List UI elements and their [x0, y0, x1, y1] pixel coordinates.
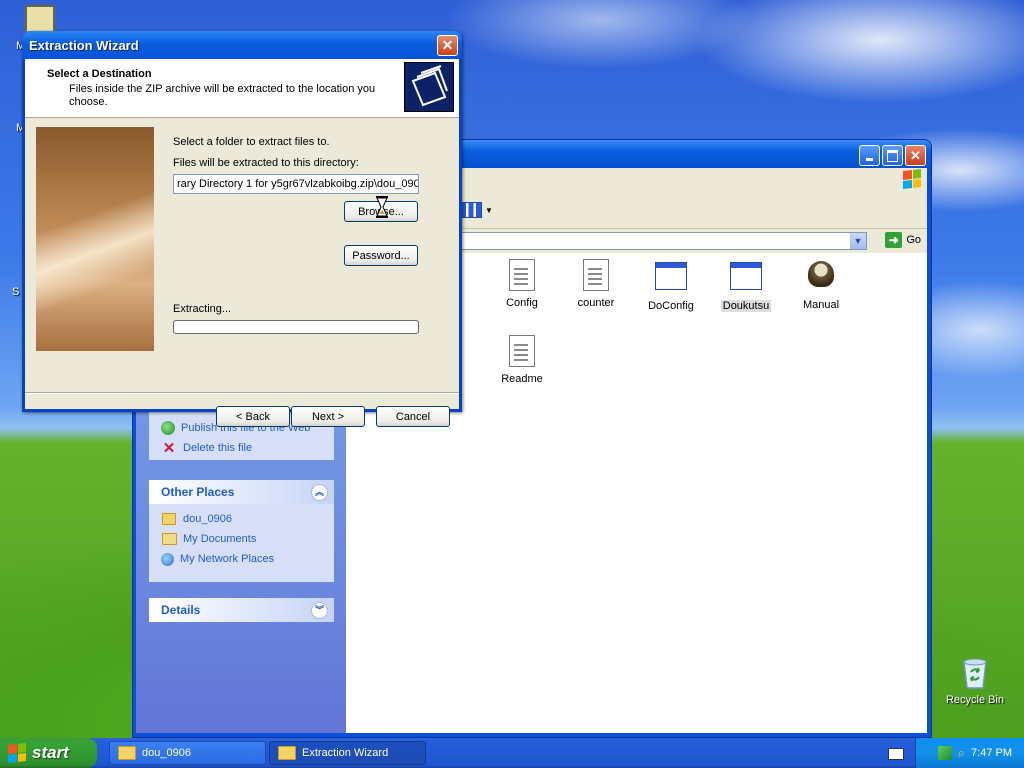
extraction-progress-bar: [173, 320, 419, 334]
details-title: Details: [161, 603, 201, 617]
file-label: DoConfig: [648, 300, 694, 312]
address-dropdown[interactable]: ▼: [850, 233, 866, 249]
system-tray: ⌕ 7:47 PM: [915, 738, 1024, 768]
application-icon: [655, 262, 687, 290]
expand-icon[interactable]: ︾: [311, 602, 328, 619]
other-place-network-places[interactable]: My Network Places: [149, 549, 334, 569]
my-documents-icon: [161, 531, 177, 547]
file-label: counter: [577, 297, 615, 309]
go-arrow-icon: ➜: [885, 232, 903, 248]
chevron-down-icon: ▼: [485, 205, 493, 215]
zip-folder-icon: [404, 62, 454, 112]
other-places-panel: Other Places ︽ dou_0906 My Documents My …: [149, 480, 334, 582]
extracting-label: Extracting...: [173, 303, 232, 315]
file-item[interactable]: Manual: [783, 259, 859, 311]
taskbar: start dou_0906 Extraction Wizard ⌕ 7:47 …: [0, 738, 1024, 768]
manual-character-icon: [808, 261, 834, 287]
next-button[interactable]: Next >: [291, 406, 365, 427]
file-item[interactable]: Readme: [484, 335, 560, 385]
file-item[interactable]: DoConfig: [633, 259, 709, 312]
select-folder-label: Select a folder to extract files to.: [173, 136, 330, 148]
other-place-label: dou_0906: [183, 513, 232, 525]
other-places-header[interactable]: Other Places ︽: [149, 480, 334, 504]
other-place-label: My Documents: [183, 533, 257, 545]
wizard-header: Select a Destination Files inside the ZI…: [25, 59, 459, 118]
windows-logo-icon: [903, 169, 921, 189]
minimize-icon: [866, 157, 873, 161]
recycle-bin-label: Recycle Bin: [945, 694, 1005, 706]
wizard-header-subtitle: Files inside the ZIP archive will be ext…: [69, 83, 376, 108]
delete-file-link[interactable]: ✕ Delete this file: [149, 438, 334, 458]
file-label: Config: [506, 297, 538, 309]
wizard-titlebar[interactable]: Extraction Wizard ✕: [22, 31, 462, 59]
other-place-my-documents[interactable]: My Documents: [149, 529, 334, 549]
taskbar-item-label: Extraction Wizard: [302, 747, 389, 759]
folder-icon: [118, 746, 136, 760]
delete-icon: ✕: [162, 440, 176, 457]
folder-icon: [161, 511, 177, 527]
close-icon: ✕: [441, 37, 454, 53]
destination-path-field[interactable]: rary Directory 1 for y5gr67vlzabkoibg.zi…: [173, 174, 419, 194]
details-panel: Details ︾: [149, 598, 334, 622]
network-places-icon: [161, 552, 174, 566]
start-label: start: [32, 743, 69, 762]
folder-icon: [278, 746, 296, 760]
file-label: Readme: [501, 373, 543, 385]
taskbar-item-extraction-wizard[interactable]: Extraction Wizard: [269, 741, 426, 765]
file-item[interactable]: Doukutsu: [708, 259, 784, 312]
config-file-icon: [583, 259, 609, 291]
network-tray-icon[interactable]: [937, 746, 952, 760]
collapse-icon[interactable]: ︽: [311, 484, 328, 501]
wizard-side-image: [36, 127, 154, 351]
desktop-label-partial-3: S: [12, 286, 20, 298]
go-button[interactable]: ➜ Go: [885, 232, 921, 248]
clock[interactable]: 7:47 PM: [971, 747, 1012, 759]
application-icon: [730, 262, 762, 290]
file-label: Doukutsu: [720, 300, 772, 312]
close-icon: ✕: [910, 147, 921, 163]
delete-file-label: Delete this file: [183, 442, 253, 454]
maximize-icon: [887, 149, 898, 162]
start-button[interactable]: start: [0, 738, 97, 768]
minimize-button[interactable]: [859, 145, 880, 166]
other-places-title: Other Places: [161, 485, 235, 499]
wizard-separator: [25, 392, 459, 394]
wizard-body: Select a Destination Files inside the ZI…: [25, 59, 459, 427]
details-header[interactable]: Details ︾: [149, 598, 334, 622]
config-file-icon: [509, 259, 535, 291]
other-place-label: My Network Places: [180, 553, 275, 565]
wizard-header-title: Select a Destination: [47, 68, 152, 80]
password-button[interactable]: Password...: [344, 245, 418, 266]
keyboard-icon[interactable]: [888, 748, 904, 760]
other-place-dou-0906[interactable]: dou_0906: [149, 509, 334, 529]
search-tray-icon[interactable]: ⌕: [958, 745, 965, 761]
recycle-bin-icon: [963, 658, 987, 689]
directory-label: Files will be extracted to this director…: [173, 157, 359, 169]
windows-flag-icon: [8, 743, 26, 763]
close-button[interactable]: ✕: [905, 145, 926, 166]
cancel-button[interactable]: Cancel: [376, 406, 450, 427]
file-label: Manual: [802, 299, 840, 311]
publish-icon: [161, 421, 175, 435]
chevron-down-icon: ▼: [853, 236, 863, 246]
views-icon: [460, 202, 482, 218]
text-file-icon: [509, 335, 535, 367]
wizard-title: Extraction Wizard: [29, 38, 139, 53]
file-item[interactable]: Config: [484, 259, 560, 309]
views-button[interactable]: ▼: [460, 202, 493, 218]
maximize-button[interactable]: [882, 145, 903, 166]
extraction-wizard-dialog: Extraction Wizard ✕ Select a Destination…: [22, 31, 462, 427]
back-button[interactable]: < Back: [216, 406, 290, 427]
recycle-bin[interactable]: Recycle Bin: [940, 656, 1010, 706]
wizard-close-button[interactable]: ✕: [437, 35, 458, 56]
go-label: Go: [906, 234, 921, 246]
file-item[interactable]: counter: [558, 259, 634, 309]
hourglass-cursor-icon: [376, 196, 388, 218]
taskbar-item-dou-0906[interactable]: dou_0906: [109, 741, 266, 765]
taskbar-item-label: dou_0906: [142, 747, 191, 759]
